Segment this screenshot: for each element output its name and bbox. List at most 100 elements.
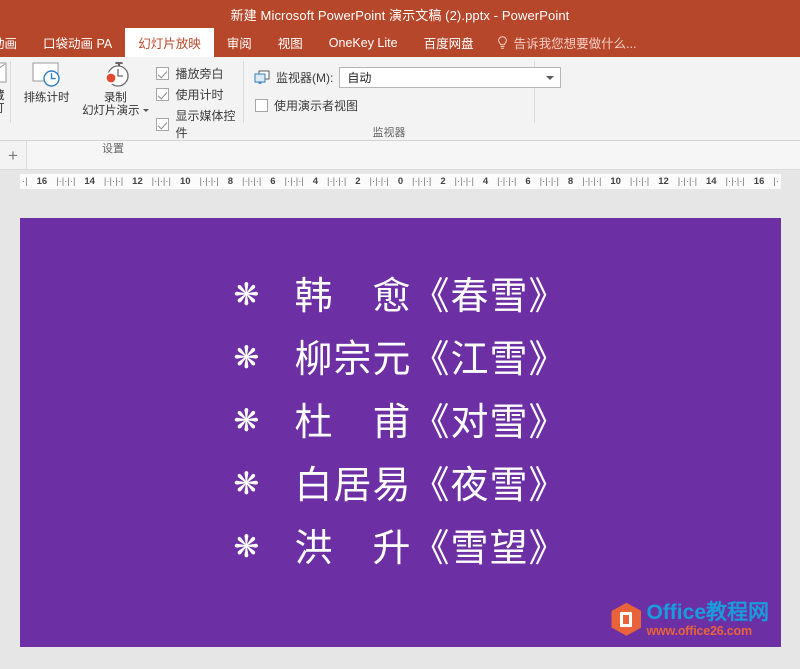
- slide-line-2-text: 柳宗元《江雪》: [294, 336, 568, 381]
- ruler-tick: |·|·|·|: [103, 175, 124, 187]
- watermark-text: Office教程网 www.office26.com: [646, 602, 769, 638]
- ruler-label-r4: 4: [482, 175, 489, 187]
- ruler-label-r8: 8: [567, 175, 574, 187]
- horizontal-ruler-band: ·| 16 |·|·|·| 14 |·|·|·| 12 |·|·|·| 10 |…: [0, 170, 800, 192]
- record-slideshow-icon: [98, 61, 132, 89]
- ruler-tick: |·|·|·|: [241, 175, 262, 187]
- slide-line-4-text: 白居易《夜雪》: [294, 462, 568, 507]
- slide-editing-canvas: ❋ 韩 愈《春雪》 ❋ 柳宗元《江雪》 ❋ 杜 甫《对雪》 ❋ 白居易《夜雪》 …: [0, 196, 800, 669]
- ruler-tick: |·|·|·|: [539, 175, 559, 187]
- title-bar: 新建 Microsoft PowerPoint 演示文稿 (2).pptx - …: [0, 0, 800, 28]
- slide-bullet-line-4[interactable]: ❋ 白居易《夜雪》: [20, 453, 781, 516]
- horizontal-ruler[interactable]: ·| 16 |·|·|·| 14 |·|·|·| 12 |·|·|·| 10 |…: [20, 173, 781, 189]
- tab-view[interactable]: 视图: [265, 28, 316, 57]
- rehearse-timings-button[interactable]: 排练计时: [19, 57, 74, 105]
- monitor-dropdown-value: 自动: [347, 71, 372, 85]
- use-timings-checkbox-box[interactable]: [156, 88, 170, 101]
- tab-review-label: 审阅: [226, 37, 252, 51]
- slide-bullet-line-2[interactable]: ❋ 柳宗元《江雪》: [20, 327, 781, 390]
- checkbox-show-media-controls[interactable]: 显示媒体控件: [156, 107, 243, 141]
- checkbox-use-presenter-view[interactable]: 使用演示者视图: [254, 97, 561, 114]
- ruler-tick: |·|·|·|: [454, 175, 474, 187]
- monitor-dropdown[interactable]: 自动: [339, 67, 562, 88]
- ruler-label-l2: 2: [355, 175, 361, 187]
- ruler-label-l16: 16: [36, 175, 48, 187]
- hide-slide-group-label: [0, 129, 10, 141]
- ruler-tick: |·|·|·|: [151, 175, 172, 187]
- record-slideshow-dropdown-icon[interactable]: [142, 109, 149, 113]
- checkbox-use-timings[interactable]: 使用计时: [156, 86, 243, 103]
- monitor-selector-row: 监视器(M): 自动: [254, 67, 562, 88]
- ruler-label-l4: 4: [312, 175, 319, 187]
- ruler-label-l10: 10: [179, 175, 191, 187]
- record-slideshow-label-line2-wrap: 幻灯片演示: [82, 105, 149, 118]
- chevron-down-icon[interactable]: [546, 75, 555, 80]
- slide-line-5-text: 洪 升《雪望》: [294, 525, 568, 570]
- ruler-tick: |·|·|·|: [284, 175, 304, 187]
- slide-bullet-line-1[interactable]: ❋ 韩 愈《春雪》: [20, 264, 781, 327]
- ruler-label-r6: 6: [525, 175, 531, 187]
- tab-view-label: 视图: [277, 37, 303, 51]
- rehearse-timings-icon: [31, 61, 63, 89]
- use-presenter-view-label: 使用演示者视图: [274, 99, 359, 113]
- play-narrations-label: 播放旁白: [175, 67, 224, 81]
- ruler-tick: ·|: [22, 175, 28, 187]
- tab-slideshow[interactable]: 幻灯片放映: [125, 28, 214, 57]
- hide-slide-button[interactable]: 隐藏 幻灯片: [0, 57, 10, 129]
- snowflake-bullet-icon: ❋: [233, 403, 261, 439]
- tab-baidu-netdisk[interactable]: 百度网盘: [411, 28, 487, 57]
- play-narrations-checkbox-box[interactable]: [156, 67, 170, 80]
- slideshow-options-checkbox-list: 播放旁白 使用计时 显示媒体控件: [150, 57, 243, 141]
- record-slideshow-label-line1: 录制: [103, 92, 127, 104]
- watermark-url: www.office26.com: [646, 623, 752, 638]
- ruler-tick: |·|·|·|: [412, 175, 432, 187]
- tab-pocket-animation[interactable]: 口袋动画 PA: [30, 28, 125, 57]
- use-presenter-view-checkbox-box[interactable]: [255, 99, 268, 112]
- ruler-label-l12: 12: [132, 175, 143, 187]
- hide-slide-label-line2: 幻灯片: [0, 103, 10, 129]
- ruler-tick: |·|·|·|: [56, 175, 76, 187]
- ruler-label-l6: 6: [270, 175, 276, 187]
- tab-baidu-netdisk-label: 百度网盘: [423, 37, 474, 51]
- monitor-icon: [254, 70, 270, 85]
- ruler-label-l8: 8: [227, 175, 234, 187]
- tell-me-box[interactable]: 告诉我您想要做什么...: [487, 28, 647, 57]
- ruler-tick: |·|·|·|: [582, 175, 602, 187]
- lightbulb-icon: [497, 35, 508, 50]
- snowflake-bullet-icon: ❋: [233, 277, 261, 313]
- tab-pocket-animation-label: 口袋动画 PA: [43, 37, 113, 51]
- slide-bullet-line-5[interactable]: ❋ 洪 升《雪望》: [20, 516, 781, 579]
- ruler-tick: |·|·|·|: [677, 175, 698, 187]
- show-media-controls-label: 显示媒体控件: [175, 109, 236, 140]
- ribbon-tab-strip: 动画 口袋动画 PA 幻灯片放映 审阅 视图 OneKey Lite 百度网盘: [0, 28, 800, 57]
- slide-line-3-text: 杜 甫《对雪》: [294, 399, 568, 444]
- office-logo-icon: [611, 602, 642, 636]
- ruler-label-l14: 14: [84, 175, 95, 187]
- ruler-label-r2: 2: [440, 175, 446, 187]
- checkbox-play-narrations[interactable]: 播放旁白: [156, 65, 243, 82]
- record-slideshow-button[interactable]: 录制 幻灯片演示: [80, 57, 150, 118]
- slide-text-body[interactable]: ❋ 韩 愈《春雪》 ❋ 柳宗元《江雪》 ❋ 杜 甫《对雪》 ❋ 白居易《夜雪》 …: [20, 264, 781, 579]
- slide-bullet-line-3[interactable]: ❋ 杜 甫《对雪》: [20, 390, 781, 453]
- powerpoint-window: 新建 Microsoft PowerPoint 演示文稿 (2).pptx - …: [0, 0, 800, 669]
- watermark-brand-cn: 教程网: [706, 600, 769, 624]
- show-media-controls-checkbox-box[interactable]: [156, 117, 170, 131]
- ribbon-group-setup: 排练计时 录制 幻灯片演示 播放旁白 使用计时 显示媒体控件 设置: [11, 57, 243, 155]
- ruler-tick: |·|·|·|: [497, 175, 517, 187]
- tab-onekey-lite[interactable]: OneKey Lite: [316, 28, 411, 57]
- ruler-tick: |·|·|·|: [629, 175, 650, 187]
- ruler-tick: |·|·|·|: [199, 175, 219, 187]
- monitor-group-label: 监视器: [372, 127, 406, 139]
- ribbon-group-hide-slide: 隐藏 幻灯片: [0, 57, 10, 141]
- ruler-tick: |·|·|·|: [369, 175, 389, 187]
- tab-review[interactable]: 审阅: [214, 28, 265, 57]
- ruler-label-r14: 14: [705, 175, 717, 187]
- ruler-tick: |·|·|·|: [725, 175, 745, 187]
- window-title: 新建 Microsoft PowerPoint 演示文稿 (2).pptx - …: [230, 7, 570, 23]
- tab-animations[interactable]: 动画: [0, 28, 30, 57]
- slide-surface[interactable]: ❋ 韩 愈《春雪》 ❋ 柳宗元《江雪》 ❋ 杜 甫《对雪》 ❋ 白居易《夜雪》 …: [20, 218, 781, 647]
- tab-slideshow-label: 幻灯片放映: [138, 37, 201, 51]
- monitor-controls: 监视器(M): 自动 使用演示者视图: [244, 57, 562, 114]
- tab-animations-label: 动画: [0, 37, 18, 51]
- setup-group-label: 设置: [102, 143, 124, 155]
